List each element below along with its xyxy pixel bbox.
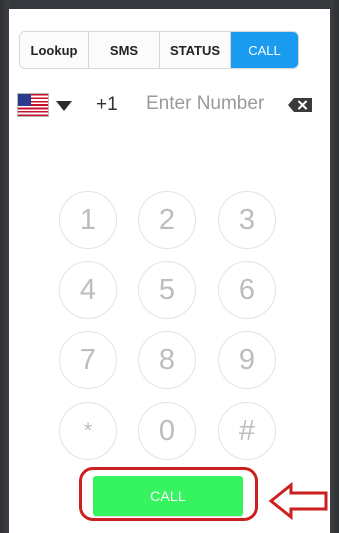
keypad-key[interactable]: 8 (138, 331, 196, 389)
keypad-key[interactable]: 2 (138, 191, 196, 249)
keypad-key[interactable]: 3 (218, 191, 276, 249)
window-frame-top (0, 0, 339, 9)
tab-status[interactable]: STATUS (160, 32, 231, 68)
backspace-icon[interactable] (288, 98, 312, 112)
flag-canton (18, 94, 31, 106)
keypad-key[interactable]: # (218, 402, 276, 460)
window-frame-left (0, 0, 9, 533)
us-flag-icon[interactable] (18, 94, 48, 116)
tab-lookup[interactable]: Lookup (20, 32, 89, 68)
keypad-key[interactable]: * (59, 402, 117, 460)
tab-bar: Lookup SMS STATUS CALL (19, 31, 299, 69)
number-entry-row: +1 (18, 92, 312, 118)
dial-code: +1 (96, 94, 118, 115)
keypad-key[interactable]: 9 (218, 331, 276, 389)
tab-call[interactable]: CALL (231, 32, 298, 68)
annotation-arrow-icon (268, 482, 328, 520)
keypad-key[interactable]: 6 (218, 261, 276, 319)
tab-sms[interactable]: SMS (89, 32, 160, 68)
phone-number-input[interactable] (146, 92, 276, 116)
country-dropdown-caret-icon[interactable] (56, 101, 72, 111)
keypad-key[interactable]: 1 (59, 191, 117, 249)
call-button[interactable]: CALL (93, 476, 243, 516)
keypad-key[interactable]: 7 (59, 331, 117, 389)
keypad-key[interactable]: 0 (138, 402, 196, 460)
keypad-key[interactable]: 4 (59, 261, 117, 319)
keypad-key[interactable]: 5 (138, 261, 196, 319)
window-frame-right (330, 0, 339, 533)
